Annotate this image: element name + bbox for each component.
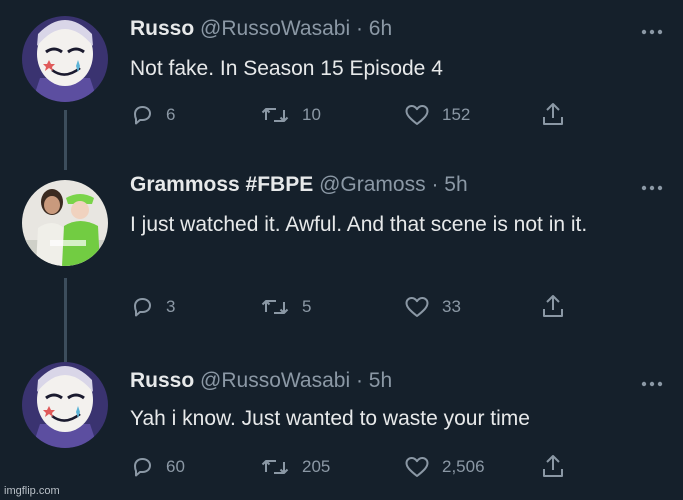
clown-face-avatar: [22, 362, 108, 448]
tweet-3[interactable]: Russo @RussoWasabi · 5h Yah i know. Just…: [0, 0, 683, 500]
tweet-text: Yah i know. Just wanted to waste your ti…: [130, 407, 530, 430]
reply-button[interactable]: 60: [130, 452, 185, 482]
timestamp[interactable]: · 5h: [356, 369, 392, 392]
avatar-russo[interactable]: [22, 362, 108, 448]
share-icon: [543, 455, 563, 477]
tweet-header: Russo @RussoWasabi · 5h: [130, 366, 392, 396]
heart-icon: [405, 457, 429, 477]
more-icon: [641, 381, 663, 387]
retweet-button[interactable]: 205: [260, 452, 330, 482]
watermark: imgflip.com: [4, 485, 60, 497]
like-button[interactable]: 2,506: [404, 452, 485, 482]
display-name[interactable]: Russo: [130, 369, 194, 392]
retweet-count: 205: [302, 457, 331, 476]
reply-count: 60: [166, 457, 185, 476]
reply-icon: [134, 458, 151, 477]
tweet-thread: Russo @RussoWasabi · 6h Not fake. In Sea…: [0, 0, 683, 500]
user-handle[interactable]: @RussoWasabi: [200, 369, 350, 392]
retweet-icon: [261, 460, 289, 474]
more-options-button[interactable]: [636, 374, 668, 394]
share-button[interactable]: [540, 452, 566, 485]
like-count: 2,506: [442, 457, 485, 476]
